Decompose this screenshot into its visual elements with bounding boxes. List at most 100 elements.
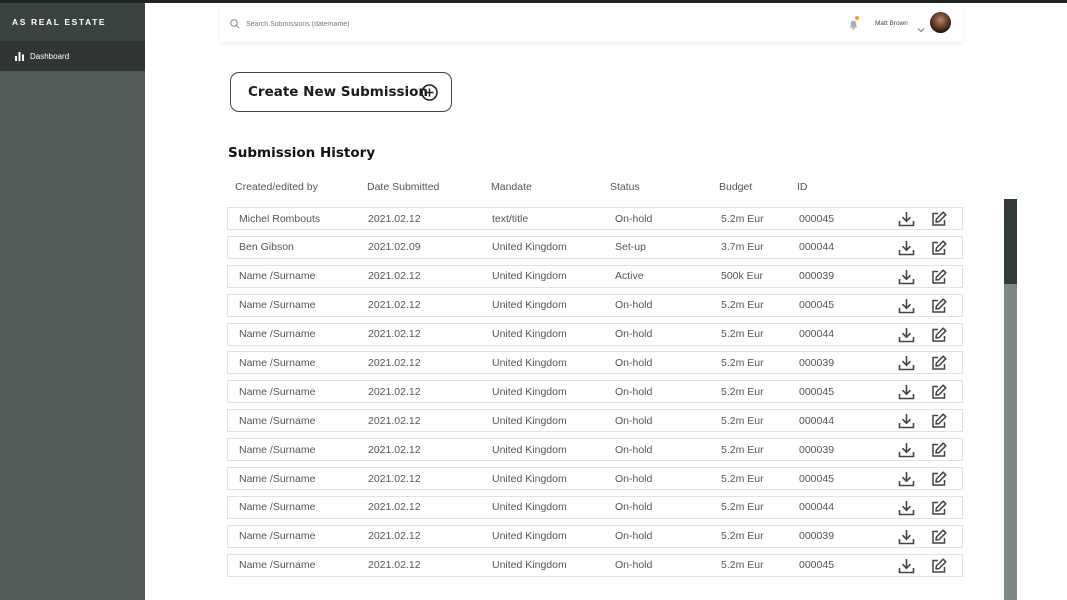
create-button-label: Create New Submission [248, 84, 429, 100]
table-row[interactable]: Name /Surname 2021.02.12 United Kingdom Act… [227, 264, 963, 288]
scrollbar-thumb[interactable] [1004, 199, 1017, 284]
download-icon[interactable] [898, 327, 915, 346]
table-row[interactable]: Ben Gibson 2021.02.09 United Kingdom Set-up… [227, 235, 963, 259]
cell-id: 000045 [799, 385, 835, 398]
cell-created-by: Name /Surname [239, 501, 316, 514]
edit-icon[interactable] [931, 529, 947, 548]
create-new-submission-button[interactable]: Create New Submission [230, 72, 452, 112]
edit-icon[interactable] [931, 442, 947, 461]
download-icon[interactable] [898, 269, 915, 288]
cell-budget: 5.2m Eur [721, 328, 764, 341]
cell-id: 000045 [799, 212, 835, 225]
cell-date-submitted: 2021.02.09 [368, 241, 421, 254]
column-header-status[interactable]: Status [610, 181, 640, 193]
table-row[interactable]: Name /Surname 2021.02.12 United Kingdom On-… [227, 322, 963, 346]
cell-status: Active [615, 270, 644, 283]
cell-created-by: Name /Surname [239, 530, 316, 543]
cell-id: 000044 [799, 328, 835, 341]
download-icon[interactable] [898, 298, 915, 317]
download-icon[interactable] [898, 211, 915, 230]
main-content: Matt Brown Create New Submission Submiss… [145, 3, 1067, 600]
column-header-mandate[interactable]: Mandate [491, 181, 532, 193]
download-icon[interactable] [898, 240, 915, 259]
brand-logo[interactable]: AS REAL ESTATE [0, 3, 145, 41]
cell-mandate: United Kingdom [492, 501, 567, 514]
cell-created-by: Name /Surname [239, 328, 316, 341]
cell-budget: 5.2m Eur [721, 212, 764, 225]
table-row[interactable]: Name /Surname 2021.02.12 United Kingdom On-… [227, 438, 963, 462]
cell-created-by: Name /Surname [239, 414, 316, 427]
download-icon[interactable] [898, 355, 915, 374]
notification-bell-icon[interactable] [849, 16, 859, 35]
table-row[interactable]: Name /Surname 2021.02.12 United Kingdom On-… [227, 524, 963, 548]
download-icon[interactable] [898, 558, 915, 577]
cell-budget: 5.2m Eur [721, 472, 764, 485]
search-icon[interactable] [230, 19, 240, 29]
table-row[interactable]: Name /Surname 2021.02.12 United Kingdom On-… [227, 380, 963, 404]
cell-created-by: Name /Surname [239, 559, 316, 572]
bar-chart-icon [15, 51, 24, 61]
download-icon[interactable] [898, 529, 915, 548]
table-row[interactable]: Name /Surname 2021.02.12 United Kingdom On-… [227, 495, 963, 519]
column-header-date-submitted[interactable]: Date Submitted [367, 181, 439, 193]
cell-budget: 5.2m Eur [721, 356, 764, 369]
edit-icon[interactable] [931, 211, 947, 230]
cell-created-by: Name /Surname [239, 299, 316, 312]
edit-icon[interactable] [931, 298, 947, 317]
table-row[interactable]: Name /Surname 2021.02.12 United Kingdom On-… [227, 351, 963, 375]
cell-id: 000044 [799, 501, 835, 514]
cell-status: On-hold [615, 472, 653, 485]
cell-created-by: Name /Surname [239, 385, 316, 398]
avatar[interactable] [930, 12, 951, 33]
cell-date-submitted: 2021.02.12 [368, 212, 421, 225]
scrollbar-track[interactable] [1004, 199, 1017, 600]
edit-icon[interactable] [931, 384, 947, 403]
sidebar: AS REAL ESTATE Dashboard [0, 3, 145, 600]
download-icon[interactable] [898, 442, 915, 461]
edit-icon[interactable] [931, 500, 947, 519]
sidebar-item-label: Dashboard [30, 51, 70, 61]
cell-mandate: United Kingdom [492, 472, 567, 485]
column-header-budget[interactable]: Budget [719, 181, 752, 193]
download-icon[interactable] [898, 384, 915, 403]
cell-id: 000044 [799, 241, 835, 254]
cell-status: On-hold [615, 212, 653, 225]
download-icon[interactable] [898, 413, 915, 432]
edit-icon[interactable] [931, 327, 947, 346]
submission-table: Michel Rombouts 2021.02.12 text/title On-ho… [227, 207, 963, 583]
cell-date-submitted: 2021.02.12 [368, 501, 421, 514]
table-row[interactable]: Name /Surname 2021.02.12 United Kingdom On-… [227, 409, 963, 433]
cell-mandate: United Kingdom [492, 530, 567, 543]
chevron-down-icon[interactable] [917, 20, 925, 38]
cell-mandate: United Kingdom [492, 299, 567, 312]
column-header-created-by[interactable]: Created/edited by [235, 181, 318, 193]
table-row[interactable]: Name /Surname 2021.02.12 United Kingdom On-… [227, 293, 963, 317]
edit-icon[interactable] [931, 355, 947, 374]
table-row[interactable]: Michel Rombouts 2021.02.12 text/title On-ho… [227, 207, 963, 230]
search-input[interactable] [244, 19, 548, 29]
edit-icon[interactable] [931, 413, 947, 432]
cell-status: On-hold [615, 501, 653, 514]
cell-budget: 5.2m Eur [721, 299, 764, 312]
cell-created-by: Name /Surname [239, 472, 316, 485]
cell-budget: 500k Eur [721, 270, 764, 283]
user-name[interactable]: Matt Brown [875, 20, 908, 27]
edit-icon[interactable] [931, 269, 947, 288]
table-row[interactable]: Name /Surname 2021.02.12 United Kingdom On-… [227, 467, 963, 491]
edit-icon[interactable] [931, 240, 947, 259]
sidebar-item-dashboard[interactable]: Dashboard [0, 41, 145, 71]
cell-budget: 3.7m Eur [721, 241, 764, 254]
edit-icon[interactable] [931, 471, 947, 490]
cell-id: 000044 [799, 414, 835, 427]
cell-id: 000039 [799, 356, 835, 369]
table-row[interactable]: Name /Surname 2021.02.12 United Kingdom On-… [227, 553, 963, 577]
cell-date-submitted: 2021.02.12 [368, 270, 421, 283]
cell-status: On-hold [615, 299, 653, 312]
edit-icon[interactable] [931, 558, 947, 577]
column-header-id[interactable]: ID [797, 181, 808, 193]
download-icon[interactable] [898, 471, 915, 490]
cell-budget: 5.2m Eur [721, 501, 764, 514]
cell-status: On-hold [615, 414, 653, 427]
download-icon[interactable] [898, 500, 915, 519]
notification-dot [855, 16, 859, 20]
